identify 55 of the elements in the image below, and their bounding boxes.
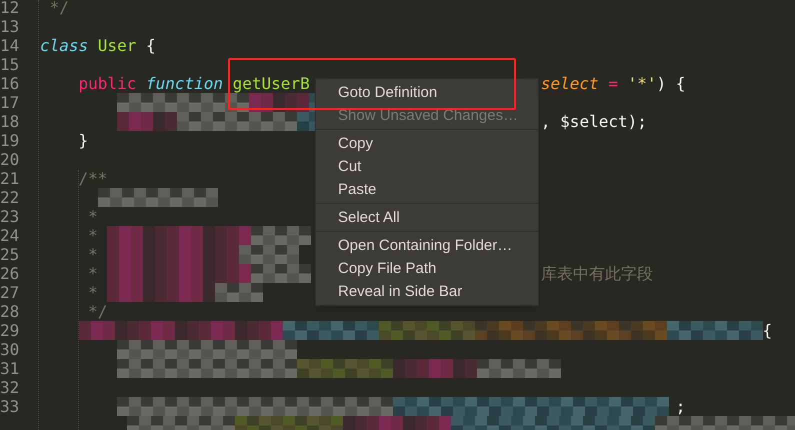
line-number: 27 <box>0 283 17 302</box>
line-number: 20 <box>0 150 17 169</box>
line-number: 26 <box>0 264 17 283</box>
code-token: */ <box>88 302 108 321</box>
code-token: */ <box>50 0 69 17</box>
line-number: 23 <box>0 207 17 226</box>
code-token: * <box>88 245 98 264</box>
line-number: 19 <box>0 131 17 150</box>
menu-item[interactable]: Select All <box>316 206 538 229</box>
code-token: * <box>88 283 98 302</box>
code-token: , <box>540 112 551 131</box>
line-number: 13 <box>0 17 17 36</box>
code-token: class <box>40 36 88 55</box>
code-token: '*' <box>628 74 656 93</box>
code-token: public <box>78 74 136 93</box>
line-number: 22 <box>0 188 17 207</box>
code-token: { <box>146 36 156 55</box>
menu-item[interactable]: Copy <box>316 132 538 155</box>
code-token: /** <box>78 169 108 188</box>
menu-item[interactable]: Paste <box>316 178 538 201</box>
menu-item[interactable]: Cut <box>316 155 538 178</box>
line-number: 18 <box>0 112 17 131</box>
code-token: { <box>762 321 772 340</box>
line-number: 31 <box>0 359 17 378</box>
line-number: 25 <box>0 245 17 264</box>
menu-item[interactable]: Reveal in Side Bar <box>316 280 538 303</box>
line-number: 21 <box>0 169 17 188</box>
code-token: { <box>676 74 686 93</box>
code-token: * <box>88 207 98 226</box>
code-token: 库表中有此字段 <box>540 264 653 283</box>
menu-item[interactable]: Open Containing Folder… <box>316 234 538 257</box>
code-token: $select); <box>560 112 647 131</box>
line-number: 17 <box>0 93 17 112</box>
code-token: ) <box>656 74 666 93</box>
line-number: 15 <box>0 55 17 74</box>
menu-item[interactable]: Copy File Path <box>316 257 538 280</box>
code-token: User <box>98 36 136 55</box>
code-token: * <box>88 226 98 245</box>
menu-item[interactable]: Goto Definition <box>316 81 538 104</box>
code-token: ; <box>676 397 686 416</box>
line-number: 28 <box>0 302 17 321</box>
code-token: * <box>88 264 98 283</box>
code-token: } <box>78 131 88 150</box>
line-number: 30 <box>0 340 17 359</box>
line-number: 14 <box>0 36 17 55</box>
code-token: getUserB <box>232 74 310 93</box>
code-token: = <box>608 74 618 93</box>
code-token: function <box>146 74 224 93</box>
line-number: 33 <box>0 397 17 416</box>
line-number: 16 <box>0 74 17 93</box>
line-number: 12 <box>0 0 17 17</box>
line-number: 29 <box>0 321 17 340</box>
line-number: 24 <box>0 226 17 245</box>
code-token: select <box>540 74 599 93</box>
line-number: 32 <box>0 378 17 397</box>
